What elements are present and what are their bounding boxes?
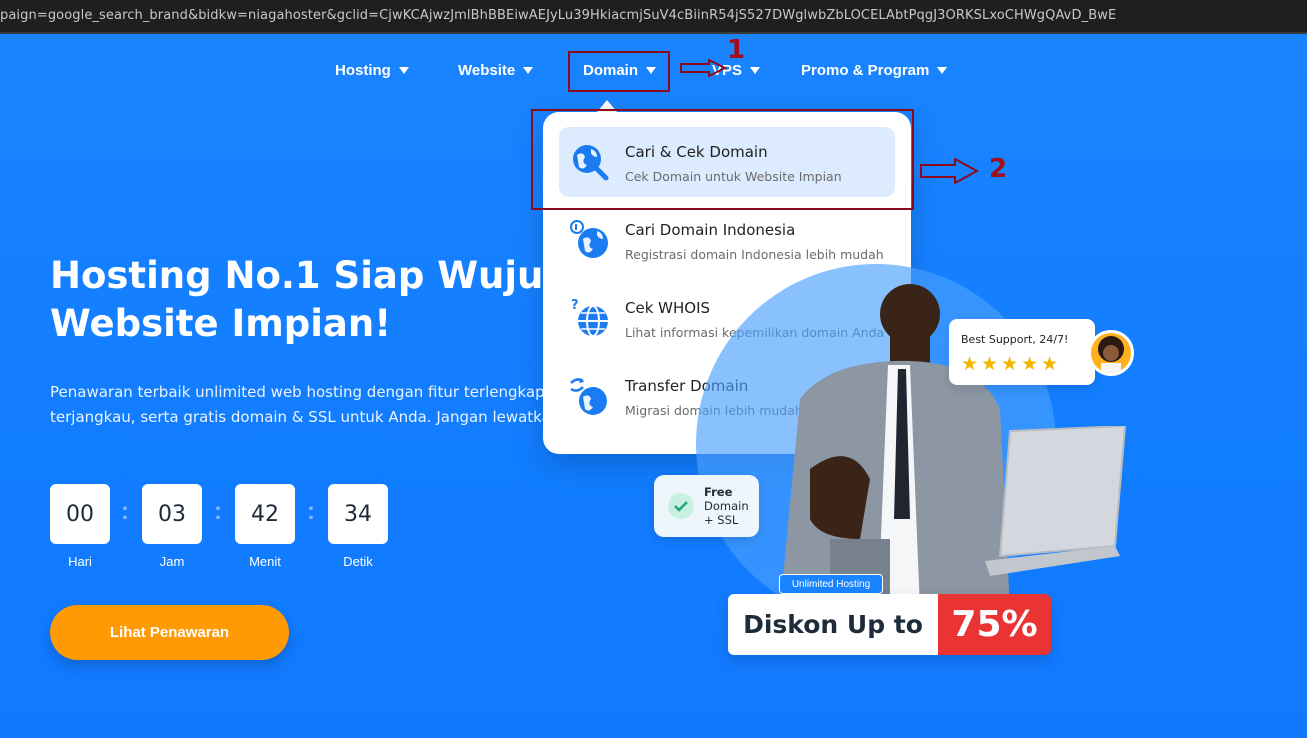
- support-agent-avatar: [1088, 330, 1134, 376]
- laptop-illustration: [985, 426, 1127, 576]
- dropdown-item-subtitle: Registrasi domain Indonesia lebih mudah: [625, 247, 884, 262]
- countdown-hours: 03: [142, 484, 202, 544]
- hero-desc-line-1: Penawaran terbaik unlimited web hosting …: [50, 383, 543, 401]
- free-badge-text: Free Domain + SSL: [704, 485, 749, 527]
- countdown-days-label: Hari: [68, 554, 92, 569]
- countdown-separator: :: [214, 498, 222, 525]
- agent-face-icon: [1098, 336, 1124, 373]
- caret-down-icon: [937, 67, 948, 74]
- caret-down-icon: [523, 67, 534, 74]
- annotation-number-1: 1: [727, 35, 746, 65]
- discount-label: Diskon Up to: [728, 594, 938, 655]
- free-line-2: Domain: [704, 499, 749, 513]
- annotation-arrow-2-icon: [920, 158, 979, 184]
- countdown-separator: :: [121, 498, 129, 525]
- countdown-seconds: 34: [328, 484, 388, 544]
- free-line-1: Free: [704, 485, 733, 499]
- browser-url-bar[interactable]: paign=google_search_brand&bidkw=niagahos…: [0, 0, 1307, 34]
- check-icon: [668, 493, 694, 519]
- caret-down-icon: [750, 67, 761, 74]
- globe-question-icon: ?: [571, 298, 608, 337]
- hero-section: Hosting Website Domain VPS Promo & Progr…: [0, 34, 1307, 738]
- caret-down-icon: [398, 67, 409, 74]
- support-card: Best Support, 24/7! ★★★★★: [949, 319, 1095, 385]
- free-domain-ssl-badge: Free Domain + SSL: [654, 475, 759, 537]
- hero-title: Hosting No.1 Siap Wujudkan Website Impia…: [50, 252, 550, 348]
- nav-item-website[interactable]: Website: [458, 62, 534, 79]
- lihat-penawaran-button[interactable]: Lihat Penawaran: [50, 605, 289, 660]
- hero-title-line-1: Hosting No.1 Siap Wujudkan: [50, 254, 550, 297]
- dropdown-item-title: Cari Domain Indonesia: [625, 221, 796, 239]
- countdown-seconds-label: Detik: [343, 554, 373, 569]
- hero-desc-line-2: terjangkau, serta gratis domain & SSL un…: [50, 408, 543, 426]
- globe-id-icon: [570, 220, 608, 258]
- annotation-box-domain: [568, 51, 670, 92]
- annotation-box-cari-cek-domain: [531, 109, 914, 210]
- countdown-separator: :: [307, 498, 315, 525]
- nav-label: Hosting: [335, 62, 391, 79]
- countdown-hours-label: Jam: [159, 554, 185, 569]
- svg-text:?: ?: [571, 298, 579, 313]
- countdown-minutes: 42: [235, 484, 295, 544]
- countdown-days: 00: [50, 484, 110, 544]
- discount-value: 75%: [938, 594, 1051, 655]
- promo-tag: Unlimited Hosting: [779, 574, 883, 594]
- nav-label: Website: [458, 62, 516, 79]
- annotation-number-2: 2: [989, 154, 1008, 184]
- free-line-3: + SSL: [704, 513, 739, 527]
- discount-banner: Diskon Up to 75%: [728, 594, 1051, 655]
- hero-description: Penawaran terbaik unlimited web hosting …: [50, 380, 543, 430]
- nav-label: Promo & Program: [801, 62, 930, 79]
- dropdown-item-cari-domain-indonesia[interactable]: Cari Domain Indonesia Registrasi domain …: [559, 205, 895, 275]
- hero-title-line-2: Website Impian!: [50, 302, 392, 345]
- globe-transfer-icon: [570, 378, 607, 415]
- nav-item-promo[interactable]: Promo & Program: [801, 62, 948, 79]
- countdown-minutes-label: Menit: [249, 554, 281, 569]
- support-card-title: Best Support, 24/7!: [961, 333, 1069, 346]
- annotation-arrow-1-icon: [680, 59, 727, 77]
- nav-item-hosting[interactable]: Hosting: [335, 62, 409, 79]
- rating-stars-icon: ★★★★★: [961, 354, 1062, 375]
